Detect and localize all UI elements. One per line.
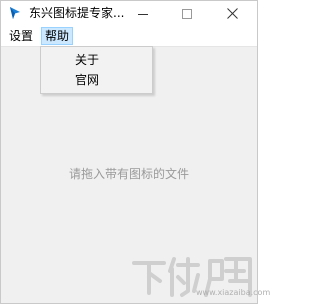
title-bar[interactable]: 东兴图标提专家... — [1, 1, 257, 26]
drop-hint-text: 请拖入带有图标的文件 — [68, 167, 189, 181]
help-dropdown-menu: 关于 官网 — [40, 46, 153, 94]
window-title: 东兴图标提专家... — [29, 6, 125, 20]
app-icon — [10, 7, 20, 19]
app-window: 东兴图标提专家... 设置 帮助 请拖入带有图标的文件 关于 官网 www.xi… — [0, 0, 270, 304]
maximize-button[interactable] — [167, 1, 207, 26]
minimize-icon — [138, 13, 148, 15]
menu-help[interactable]: 帮助 — [41, 27, 74, 45]
minimize-button[interactable] — [123, 1, 163, 26]
menu-settings[interactable]: 设置 — [6, 27, 36, 45]
menu-bar: 设置 帮助 — [1, 26, 257, 47]
close-button[interactable] — [212, 1, 252, 26]
menu-item-website[interactable]: 官网 — [75, 72, 99, 88]
watermark-site: www.xiazaiba.com — [196, 288, 271, 297]
maximize-icon — [182, 8, 192, 19]
close-icon — [226, 8, 238, 19]
menu-item-about[interactable]: 关于 — [75, 52, 99, 68]
